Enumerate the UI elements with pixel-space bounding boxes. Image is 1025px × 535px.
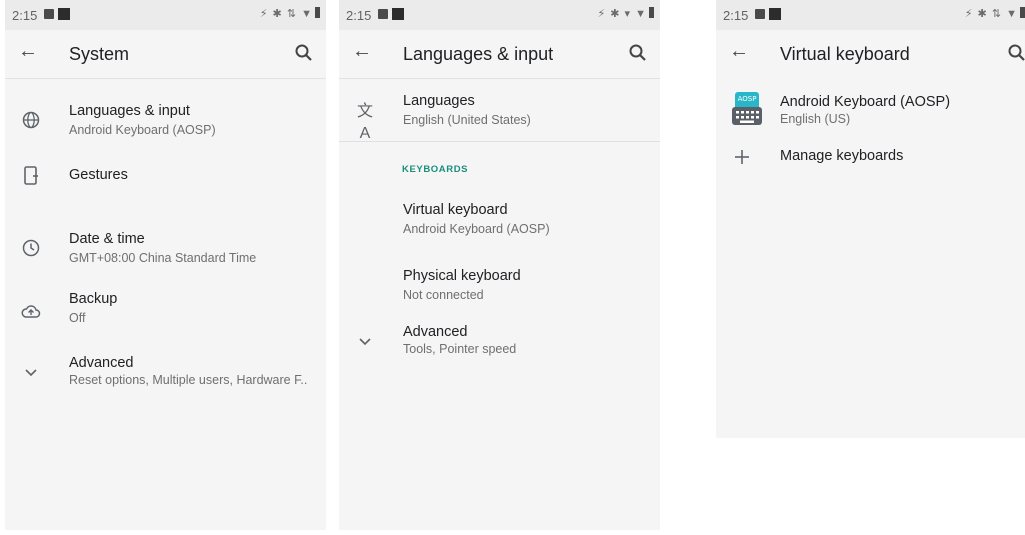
plus-icon bbox=[735, 150, 749, 164]
status-time: 2:15 bbox=[346, 8, 372, 23]
settings-item-gestures[interactable]: Gestures bbox=[5, 153, 326, 217]
back-arrow-icon[interactable]: ← bbox=[729, 40, 749, 63]
android-keyboard-item[interactable]: AOSP Android Keyboard (AOSP) English (US… bbox=[716, 80, 1025, 138]
languages-input-screen: 2:15 ⚡ ✱ ▾ ▼ ← Languages & input 文A Lang… bbox=[339, 0, 660, 530]
languages-item[interactable]: 文A Languages English (United States) bbox=[339, 89, 660, 142]
image-notification-icon bbox=[755, 9, 765, 19]
item-subtitle: Tools, Pointer speed bbox=[403, 342, 517, 356]
item-subtitle: Android Keyboard (AOSP) bbox=[69, 123, 216, 137]
item-title: Manage keyboards bbox=[780, 148, 904, 164]
app-bar: ← System bbox=[5, 30, 326, 79]
page-title: System bbox=[69, 44, 130, 64]
aosp-logo-text: AOSP bbox=[738, 95, 757, 103]
status-icons: ⚡ ✱ ▾ ▼ bbox=[597, 7, 654, 20]
item-subtitle: English (United States) bbox=[403, 113, 531, 127]
item-subtitle: Reset options, Multiple users, Hardware … bbox=[69, 373, 308, 387]
notification-icon bbox=[58, 8, 70, 20]
battery-icon bbox=[649, 7, 654, 18]
notification-icon bbox=[769, 8, 781, 20]
item-title: Date & time bbox=[69, 231, 145, 247]
item-subtitle: Not connected bbox=[403, 288, 484, 302]
virtual-keyboard-item[interactable]: Virtual keyboard Android Keyboard (AOSP) bbox=[339, 178, 660, 244]
settings-item-date-time[interactable]: Date & time GMT+08:00 China Standard Tim… bbox=[5, 217, 326, 281]
status-icons: ⚡ ✱ ⇅ ▼ bbox=[260, 7, 320, 20]
search-icon[interactable] bbox=[294, 43, 314, 63]
item-title: Android Keyboard (AOSP) bbox=[780, 94, 951, 110]
item-title: Advanced bbox=[403, 324, 468, 340]
item-title: Advanced bbox=[69, 355, 134, 371]
settings-item-backup[interactable]: Backup Off bbox=[5, 281, 326, 345]
item-subtitle: Android Keyboard (AOSP) bbox=[403, 222, 550, 236]
aosp-keyboard-icon: AOSP bbox=[732, 92, 762, 125]
section-header-label: KEYBOARDS bbox=[402, 164, 469, 175]
settings-item-advanced[interactable]: Advanced Reset options, Multiple users, … bbox=[5, 345, 326, 409]
item-subtitle: English (US) bbox=[780, 112, 851, 126]
search-icon[interactable] bbox=[1007, 43, 1025, 63]
battery-icon bbox=[315, 7, 320, 18]
item-subtitle: GMT+08:00 China Standard Time bbox=[69, 251, 257, 265]
back-arrow-icon[interactable]: ← bbox=[352, 40, 372, 63]
search-icon[interactable] bbox=[628, 43, 648, 63]
item-title: Virtual keyboard bbox=[403, 202, 508, 218]
notification-icon bbox=[392, 8, 404, 20]
system-screen: 2:15 ⚡ ✱ ⇅ ▼ ← System Languages & input … bbox=[5, 0, 326, 530]
item-title: Gestures bbox=[69, 167, 128, 183]
item-subtitle: Off bbox=[69, 311, 86, 325]
chevron-down-icon bbox=[359, 338, 371, 346]
status-bar: 2:15 ⚡ ✱ ▾ ▼ bbox=[339, 0, 660, 30]
manage-keyboards-item[interactable]: Manage keyboards bbox=[716, 138, 1025, 190]
gestures-icon bbox=[24, 166, 38, 185]
settings-item-languages-input[interactable]: Languages & input Android Keyboard (AOSP… bbox=[5, 89, 326, 153]
item-title: Languages bbox=[403, 93, 475, 109]
back-arrow-icon[interactable]: ← bbox=[18, 40, 38, 63]
page-title: Virtual keyboard bbox=[780, 44, 910, 64]
image-notification-icon bbox=[378, 9, 388, 19]
physical-keyboard-item[interactable]: Physical keyboard Not connected bbox=[339, 244, 660, 310]
item-title: Physical keyboard bbox=[403, 268, 521, 284]
status-icons: ⚡ ✱ ⇅ ▼ bbox=[965, 7, 1025, 20]
globe-icon bbox=[22, 111, 40, 129]
status-bar: 2:15 ⚡ ✱ ⇅ ▼ bbox=[716, 0, 1025, 30]
status-time: 2:15 bbox=[12, 8, 38, 23]
app-bar: ← Virtual keyboard bbox=[716, 30, 1025, 78]
virtual-keyboard-screen: 2:15 ⚡ ✱ ⇅ ▼ ← Virtual keyboard AOSP And… bbox=[716, 0, 1025, 438]
section-header-keyboards: KEYBOARDS bbox=[339, 141, 660, 175]
app-bar: ← Languages & input bbox=[339, 30, 660, 79]
advanced-item[interactable]: Advanced Tools, Pointer speed bbox=[339, 310, 660, 374]
page-title: Languages & input bbox=[403, 44, 554, 64]
cloud-backup-icon bbox=[21, 305, 41, 318]
chevron-down-icon bbox=[25, 369, 37, 377]
translate-icon: 文A bbox=[356, 103, 373, 142]
status-time: 2:15 bbox=[723, 8, 749, 23]
clock-icon bbox=[22, 239, 40, 257]
item-title: Backup bbox=[69, 291, 118, 307]
image-notification-icon bbox=[44, 9, 54, 19]
battery-icon bbox=[1020, 7, 1025, 18]
item-title: Languages & input bbox=[69, 103, 190, 119]
status-bar: 2:15 ⚡ ✱ ⇅ ▼ bbox=[5, 0, 326, 30]
